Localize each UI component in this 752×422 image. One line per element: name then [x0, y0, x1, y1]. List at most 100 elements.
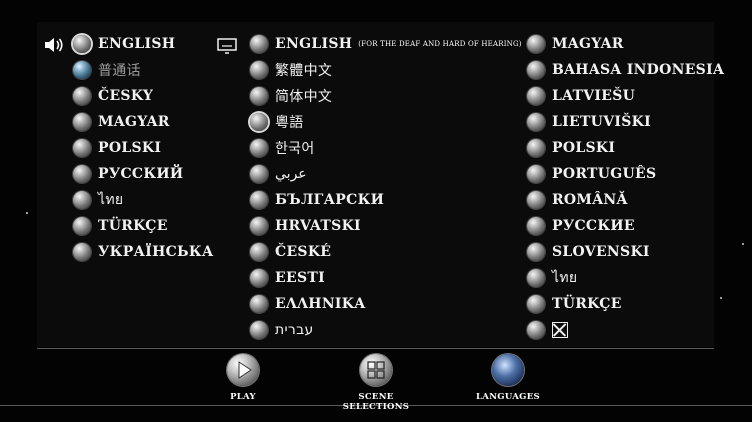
radio-bullet-icon: [250, 113, 268, 131]
subtitle-option-latvian[interactable]: LATVIEŠU: [527, 85, 635, 107]
audio-option-thai[interactable]: ไทย: [73, 189, 123, 211]
radio-bullet-icon: [250, 243, 268, 261]
radio-bullet-icon: [73, 139, 91, 157]
option-label: BAHASA INDONESIA: [552, 62, 725, 78]
radio-bullet-icon: [527, 87, 545, 105]
subtitle-option-russian[interactable]: РУССКИЕ: [527, 215, 635, 237]
subtitle-option-croatian[interactable]: HRVATSKI: [250, 215, 361, 237]
subtitle-option-hungarian[interactable]: MAGYAR: [527, 33, 624, 55]
option-label: УКРАЇНСЬКА: [98, 244, 214, 260]
radio-bullet-icon: [527, 243, 545, 261]
radio-bullet-icon: [250, 139, 268, 157]
subtitle-option-indonesian[interactable]: BAHASA INDONESIA: [527, 59, 724, 81]
option-label: عربي: [275, 166, 307, 182]
play-label: PLAY: [230, 392, 256, 402]
top-divider: [37, 348, 714, 349]
option-label: POLSKI: [98, 140, 162, 156]
radio-bullet-icon: [527, 165, 545, 183]
subtitle-option-portuguese[interactable]: PORTUGUÊS: [527, 163, 656, 185]
option-label: TÜRKÇE: [98, 218, 168, 234]
audio-option-turkish[interactable]: TÜRKÇE: [73, 215, 168, 237]
radio-bullet-icon: [250, 35, 268, 53]
audio-option-english[interactable]: ENGLISH: [73, 33, 175, 55]
speaker-icon: [45, 38, 63, 52]
radio-bullet-icon: [73, 217, 91, 235]
subtitle-option-slovenian[interactable]: SLOVENSKI: [527, 241, 650, 263]
option-label: ไทย: [98, 192, 124, 208]
option-label: LATVIEŠU: [552, 88, 636, 104]
subtitle-option-english-sdh[interactable]: ENGLISH (FOR THE DEAF AND HARD OF HEARING…: [250, 33, 522, 55]
subtitle-option-czech[interactable]: ČESKÉ: [250, 241, 331, 263]
radio-bullet-icon: [250, 269, 268, 287]
subtitle-option-cantonese[interactable]: 粵語: [250, 111, 304, 133]
option-label: 한국어: [275, 141, 315, 157]
radio-bullet-icon: [73, 243, 91, 261]
radio-bullet-icon: [527, 113, 545, 131]
audio-option-czech[interactable]: ČESKY: [73, 85, 153, 107]
radio-bullet-icon: [73, 113, 91, 131]
star-decoration: [720, 297, 722, 299]
option-note: (FOR THE DEAF AND HARD OF HEARING): [358, 40, 522, 48]
subtitle-option-korean[interactable]: 한국어: [250, 137, 315, 159]
audio-option-mandarin[interactable]: 普通话: [73, 59, 141, 81]
subtitle-option-simplified-chinese[interactable]: 简体中文: [250, 85, 332, 107]
option-label: 普通话: [98, 63, 141, 79]
radio-bullet-icon: [250, 87, 268, 105]
subtitle-option-hebrew[interactable]: עברית: [250, 319, 314, 341]
scene-grid-icon: [360, 354, 392, 386]
radio-bullet-icon: [527, 269, 545, 287]
option-label: 繁體中文: [275, 63, 333, 79]
option-label: PORTUGUÊS: [552, 166, 657, 182]
audio-option-russian[interactable]: РУССКИЙ: [73, 163, 183, 185]
subtitle-option-arabic[interactable]: عربي: [250, 163, 307, 185]
languages-label: LANGUAGES: [476, 392, 540, 402]
audio-option-polish[interactable]: POLSKI: [73, 137, 161, 159]
radio-bullet-icon: [250, 191, 268, 209]
option-label: РУССКИЙ: [98, 166, 184, 182]
option-label: POLSKI: [552, 140, 616, 156]
subtitle-option-traditional-chinese[interactable]: 繁體中文: [250, 59, 332, 81]
subtitles-off-icon: [552, 322, 568, 338]
radio-bullet-icon: [527, 191, 545, 209]
radio-bullet-icon: [73, 61, 91, 79]
option-label: ไทย: [552, 270, 578, 286]
option-label: HRVATSKI: [275, 218, 361, 234]
option-label: 粵語: [275, 115, 304, 131]
option-label: ROMÂNĂ: [552, 192, 628, 208]
radio-bullet-icon: [250, 295, 268, 313]
subtitle-option-turkish[interactable]: TÜRKÇE: [527, 293, 622, 315]
option-label: ENGLISH: [98, 36, 176, 52]
audio-option-hungarian[interactable]: MAGYAR: [73, 111, 170, 133]
subtitle-option-off[interactable]: [527, 319, 568, 341]
option-label: ČESKY: [98, 88, 154, 104]
option-label: TÜRKÇE: [552, 296, 622, 312]
subtitle-option-estonian[interactable]: EESTI: [250, 267, 325, 289]
radio-bullet-icon: [250, 165, 268, 183]
radio-bullet-icon: [73, 87, 91, 105]
languages-button[interactable]: LANGUAGES: [463, 354, 553, 402]
globe-icon: [492, 354, 524, 386]
option-label: ČESKÉ: [275, 244, 332, 260]
star-decoration: [26, 212, 28, 214]
audio-option-ukrainian[interactable]: УКРАЇНСЬКА: [73, 241, 214, 263]
option-label: EESTI: [275, 270, 325, 286]
radio-bullet-icon: [250, 217, 268, 235]
play-button[interactable]: PLAY: [198, 354, 288, 402]
star-decoration: [742, 243, 744, 245]
option-label: РУССКИЕ: [552, 218, 635, 234]
subtitle-option-thai[interactable]: ไทย: [527, 267, 577, 289]
subtitle-option-greek[interactable]: ΕΛΛΗΝΙΚΑ: [250, 293, 365, 315]
subtitle-screen-icon: [217, 38, 237, 54]
option-label: MAGYAR: [98, 114, 170, 130]
subtitle-option-romanian[interactable]: ROMÂNĂ: [527, 189, 628, 211]
subtitle-option-lithuanian[interactable]: LIETUVIŠKI: [527, 111, 651, 133]
radio-bullet-icon: [250, 321, 268, 339]
subtitle-option-polish[interactable]: POLSKI: [527, 137, 615, 159]
scene-selections-button[interactable]: SCENE SELECTIONS: [331, 354, 421, 412]
radio-bullet-icon: [527, 61, 545, 79]
radio-bullet-icon: [250, 61, 268, 79]
subtitle-option-bulgarian[interactable]: БЪЛГАРСКИ: [250, 189, 384, 211]
option-label: MAGYAR: [552, 36, 624, 52]
radio-bullet-icon: [527, 321, 545, 339]
option-label: ΕΛΛΗΝΙΚΑ: [275, 296, 366, 312]
